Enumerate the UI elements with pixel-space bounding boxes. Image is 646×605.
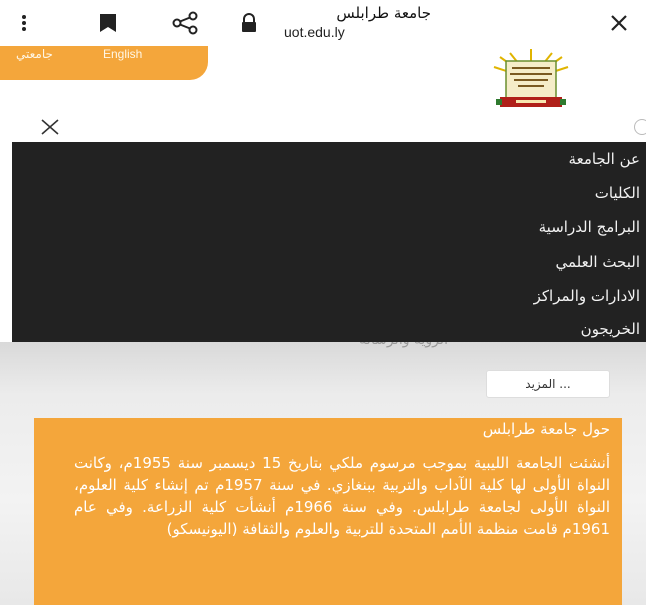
about-section: حول جامعة طرابلس أنشئت الجامعة الليبية ب…: [34, 418, 622, 605]
browser-toolbar: جامعة طرابلس uot.edu.ly: [0, 0, 646, 46]
university-logo[interactable]: [490, 49, 572, 109]
close-tab-icon[interactable]: [606, 10, 632, 36]
menu-item-faculties[interactable]: الكليات: [595, 184, 640, 202]
share-icon[interactable]: [170, 10, 200, 36]
menu-item-about[interactable]: عن الجامعة: [569, 150, 640, 168]
menu-item-alumni[interactable]: الخريجون: [581, 320, 640, 338]
search-icon[interactable]: [634, 119, 646, 135]
search-bar: [0, 112, 646, 142]
menu-item-departments[interactable]: الادارات والمراكز: [534, 287, 640, 305]
language-bar: English جامعتي: [0, 46, 208, 80]
lock-icon: [238, 12, 260, 34]
about-title: حول جامعة طرابلس: [482, 420, 610, 438]
about-text: أنشئت الجامعة الليبية بموجب مرسوم ملكي ب…: [74, 454, 611, 538]
english-link[interactable]: English: [103, 47, 142, 61]
menu-item-programs[interactable]: البرامج الدراسية: [539, 218, 640, 236]
more-options-icon[interactable]: [14, 10, 34, 36]
page-title: جامعة طرابلس: [336, 4, 431, 22]
more-button[interactable]: المزيد ...: [486, 370, 610, 398]
my-university-link[interactable]: جامعتي: [16, 47, 53, 61]
main-menu: عن الجامعة الكليات البرامج الدراسية البح…: [12, 142, 646, 342]
url-text[interactable]: uot.edu.ly: [284, 24, 345, 40]
menu-item-research[interactable]: البحث العلمي: [555, 253, 640, 271]
bookmark-icon[interactable]: [95, 12, 121, 34]
close-menu-icon[interactable]: [38, 115, 62, 139]
